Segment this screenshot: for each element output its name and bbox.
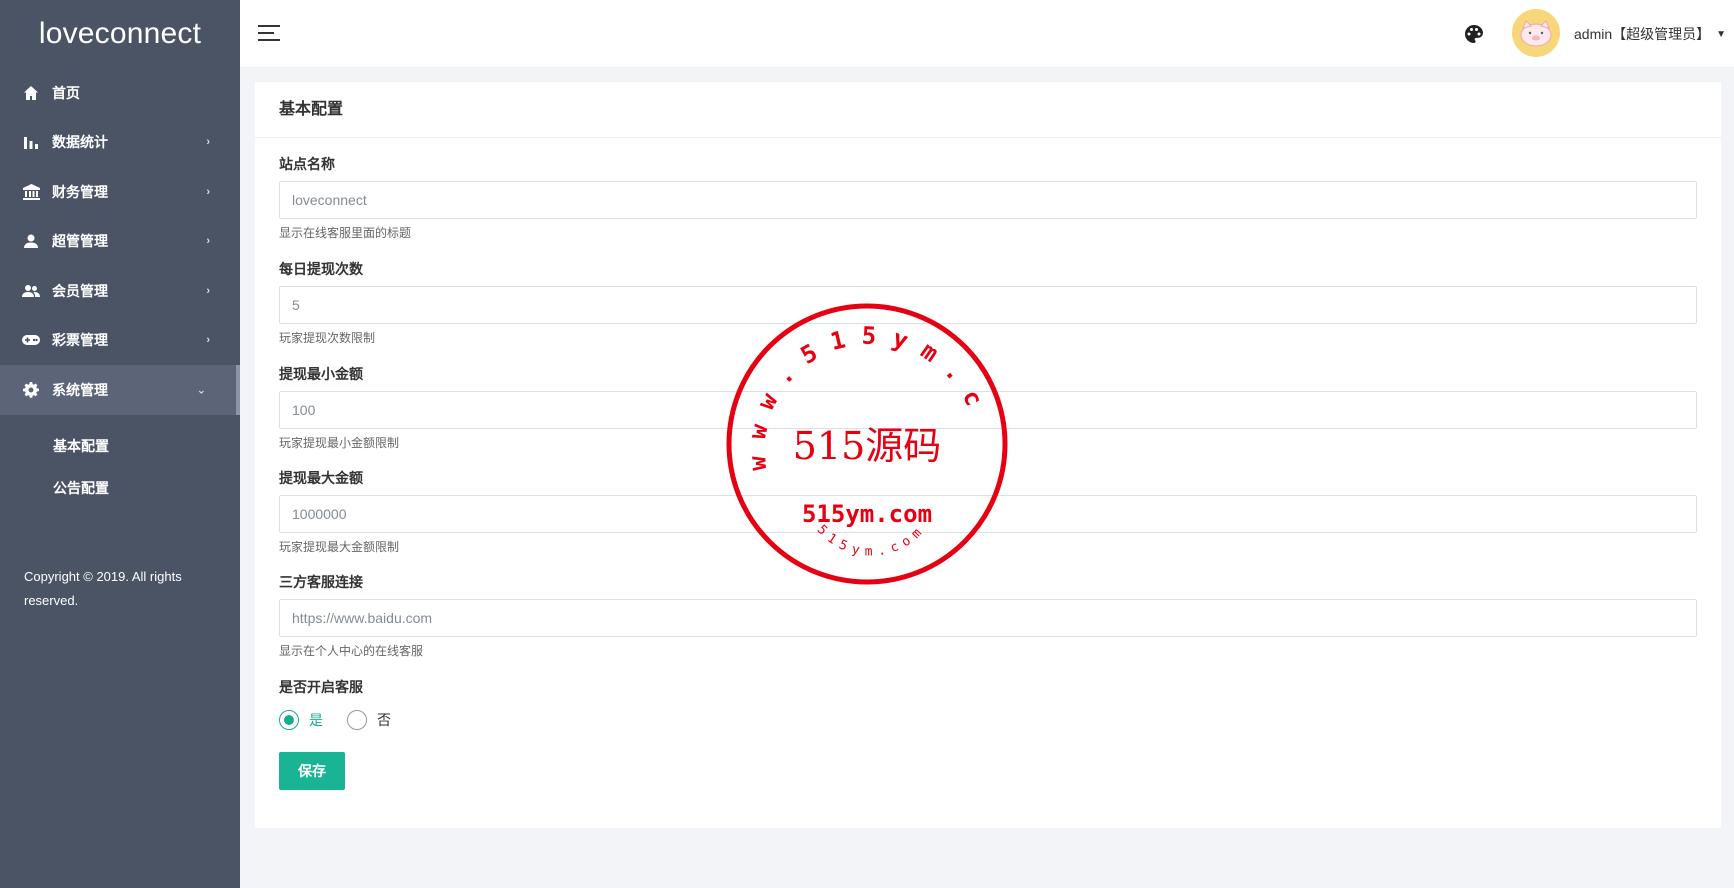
chevron-right-icon: › [206, 136, 210, 149]
sidebar-item-system[interactable]: 系统管理 ⌄ [0, 365, 240, 415]
radio-yes-label: 是 [309, 712, 323, 728]
submenu-item-basic-config[interactable]: 基本配置 [0, 425, 240, 467]
site-name-label: 站点名称 [279, 156, 335, 172]
radio-yes[interactable]: 是 [279, 710, 323, 730]
copyright-text: Copyright © 2019. All rights reserved. [24, 569, 182, 608]
sidebar-item-label: 数据统计 [52, 134, 108, 151]
save-button[interactable]: 保存 [279, 752, 345, 790]
service-url-label: 三方客服连接 [279, 574, 363, 590]
sidebar-item-label: 首页 [52, 84, 80, 101]
min-withdraw-label: 提现最小金额 [279, 366, 363, 382]
bar-chart-icon [22, 133, 40, 151]
chevron-right-icon: › [206, 185, 210, 198]
sidebar-item-label: 系统管理 [52, 381, 108, 398]
gear-icon [22, 381, 40, 399]
min-withdraw-input[interactable]: 100 [279, 391, 1697, 429]
daily-withdraw-group: 每日提现次数 5 玩家提现次数限制 [279, 259, 1697, 346]
service-url-group: 三方客服连接 https://www.baidu.com 显示在个人中心的在线客… [279, 572, 1697, 659]
sidebar-item-super-admin[interactable]: 超管管理 › [0, 217, 240, 267]
card-title: 基本配置 [255, 82, 1721, 138]
radio-checked-icon [279, 710, 299, 730]
radio-no-label: 否 [377, 712, 391, 728]
min-withdraw-help: 玩家提现最小金额限制 [279, 436, 400, 450]
caret-down-icon: ▼ [1716, 28, 1727, 40]
site-name-group: 站点名称 loveconnect 显示在线客服里面的标题 [279, 154, 1697, 241]
config-card: 基本配置 站点名称 loveconnect 显示在线客服里面的标题 每日提现次数… [255, 82, 1721, 828]
people-icon [22, 282, 40, 300]
avatar[interactable] [1512, 9, 1560, 57]
service-enabled-label: 是否开启客服 [279, 679, 363, 695]
sidebar-item-members[interactable]: 会员管理 › [0, 266, 240, 316]
sidebar-item-finance[interactable]: 财务管理 › [0, 167, 240, 217]
max-withdraw-group: 提现最大金额 1000000 玩家提现最大金额限制 [279, 468, 1697, 555]
daily-withdraw-label: 每日提现次数 [279, 261, 363, 277]
sidebar: loveconnect 首页 数据统计 › 财务管理 › 超管管理 › 会员管理… [0, 0, 240, 888]
bank-icon [22, 183, 40, 201]
chevron-right-icon: › [206, 334, 210, 347]
service-enabled-radios: 是 否 [279, 710, 415, 730]
max-withdraw-input[interactable]: 1000000 [279, 495, 1697, 533]
user-name: admin【超级管理员】 [1574, 26, 1711, 42]
radio-no[interactable]: 否 [347, 710, 391, 730]
sidebar-item-label: 会员管理 [52, 282, 108, 299]
sidebar-item-home[interactable]: 首页 [0, 68, 240, 118]
user-menu[interactable]: admin【超级管理员】 ▼ [1574, 24, 1726, 44]
chevron-right-icon: › [206, 235, 210, 248]
chevron-down-icon: ⌄ [196, 384, 206, 397]
max-withdraw-help: 玩家提现最大金额限制 [279, 540, 400, 554]
home-icon [22, 84, 40, 102]
service-url-help: 显示在个人中心的在线客服 [279, 644, 424, 658]
submenu-item-notice-config[interactable]: 公告配置 [0, 467, 240, 509]
brand-logo[interactable]: loveconnect [0, 0, 240, 68]
sidebar-item-lottery[interactable]: 彩票管理 › [0, 316, 240, 366]
menu-toggle-icon[interactable] [258, 25, 280, 43]
sidebar-item-label: 财务管理 [52, 183, 108, 200]
site-name-help: 显示在线客服里面的标题 [279, 226, 412, 240]
palette-icon[interactable] [1464, 24, 1484, 44]
radio-unchecked-icon [347, 710, 367, 730]
daily-withdraw-input[interactable]: 5 [279, 286, 1697, 324]
daily-withdraw-help: 玩家提现次数限制 [279, 331, 376, 345]
person-icon [22, 232, 40, 250]
system-submenu: 基本配置 公告配置 [0, 415, 240, 509]
sidebar-item-statistics[interactable]: 数据统计 › [0, 118, 240, 168]
sidebar-item-label: 彩票管理 [52, 332, 108, 349]
top-header: admin【超级管理员】 ▼ [240, 0, 1734, 68]
service-url-input[interactable]: https://www.baidu.com [279, 599, 1697, 637]
min-withdraw-group: 提现最小金额 100 玩家提现最小金额限制 [279, 364, 1697, 451]
sidebar-item-label: 超管管理 [52, 233, 108, 250]
max-withdraw-label: 提现最大金额 [279, 470, 363, 486]
service-enabled-group: 是否开启客服 [279, 677, 1697, 697]
chevron-right-icon: › [206, 284, 210, 297]
gamepad-icon [22, 331, 40, 349]
site-name-input[interactable]: loveconnect [279, 181, 1697, 219]
